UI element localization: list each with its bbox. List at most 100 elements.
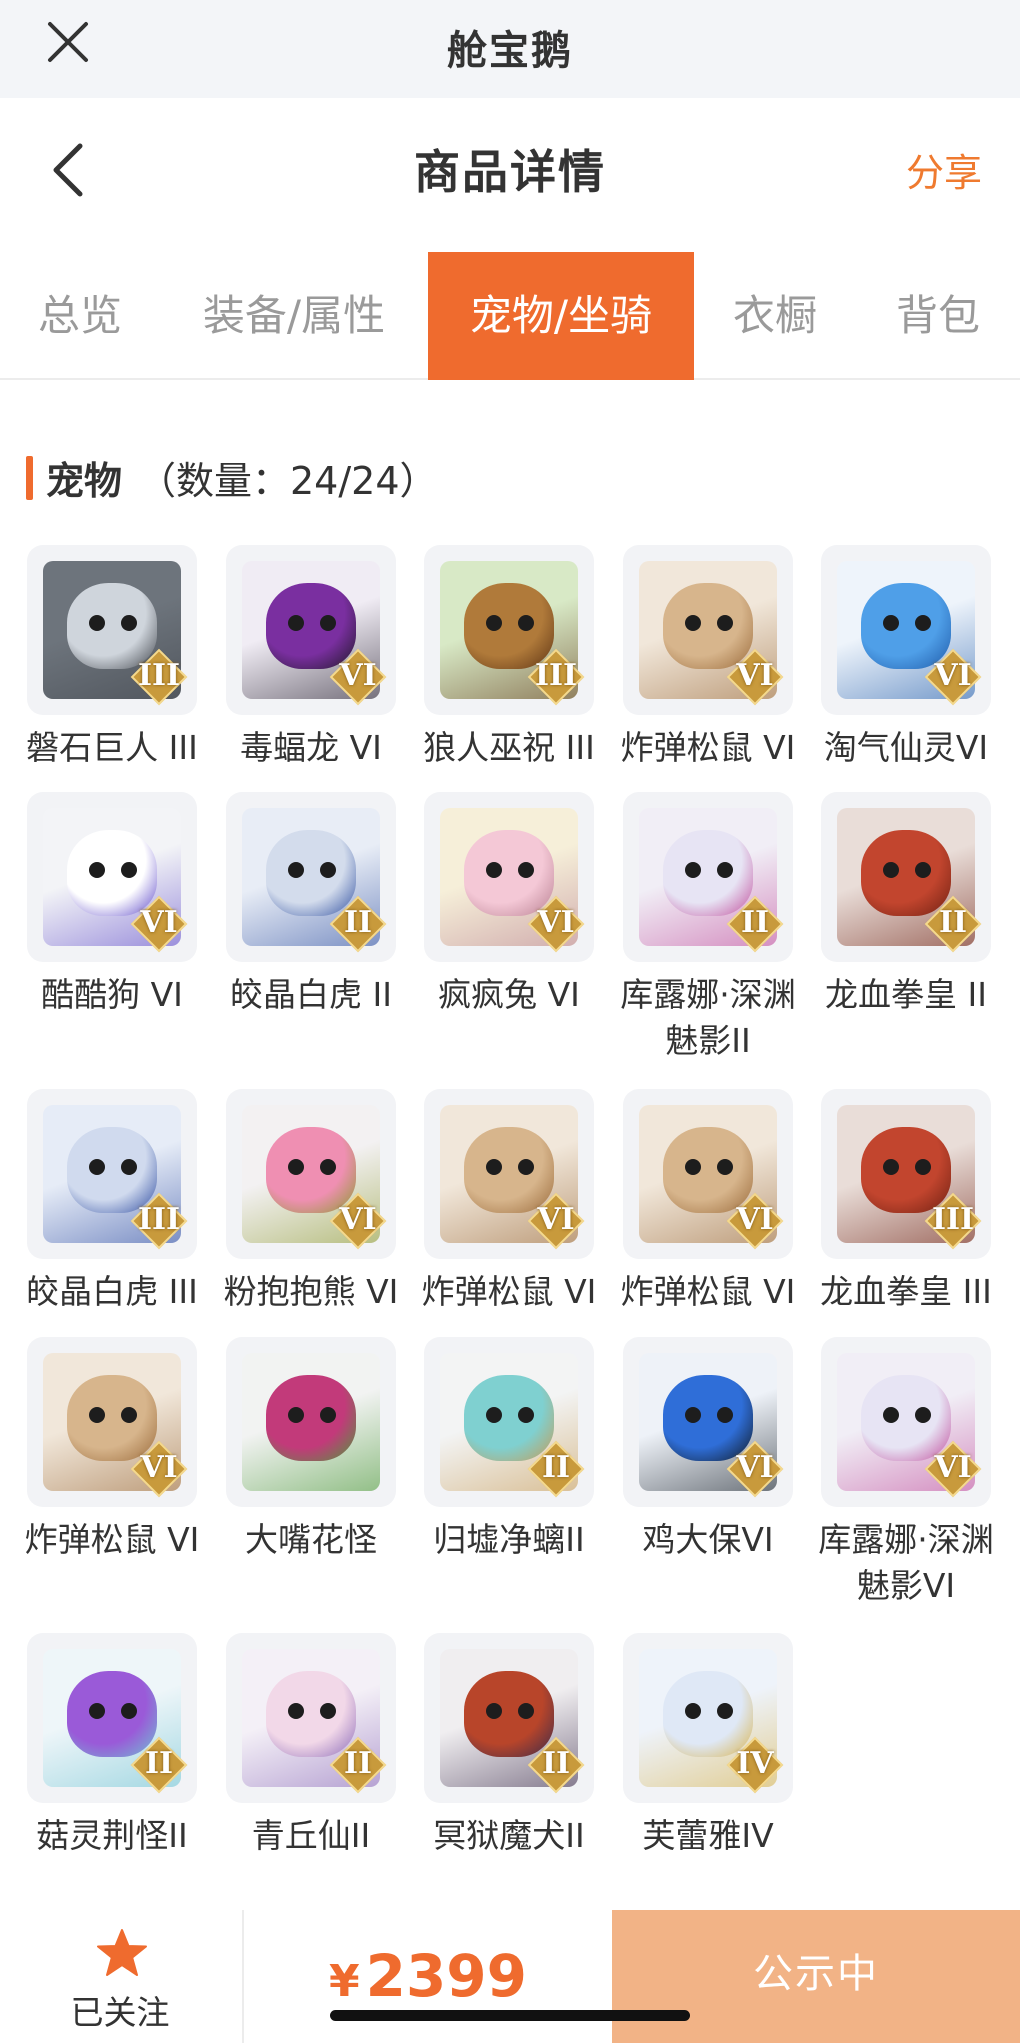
rank-badge: II bbox=[329, 1736, 387, 1794]
tab-overview[interactable]: 总览 bbox=[0, 252, 160, 380]
rank-numeral: VI bbox=[339, 658, 377, 693]
pet-name: 毒蝠龙 VI bbox=[240, 728, 382, 767]
pet-card[interactable]: VI 炸弹松鼠 VI bbox=[14, 1337, 210, 1563]
share-button[interactable]: 分享 bbox=[906, 142, 982, 197]
pet-thumbnail: VI bbox=[623, 545, 793, 715]
pet-card[interactable]: II 龙血拳皇 II bbox=[808, 792, 1004, 1018]
pet-card[interactable]: II 冥狱魔犬II bbox=[411, 1633, 607, 1859]
pet-card[interactable]: III 皎晶白虎 III bbox=[14, 1089, 210, 1315]
rank-numeral: VI bbox=[736, 658, 774, 693]
tab-pets-mounts[interactable]: 宠物/坐骑 bbox=[428, 252, 694, 380]
pet-card[interactable]: II 归墟净螭II bbox=[411, 1337, 607, 1563]
pet-thumbnail: II bbox=[623, 792, 793, 962]
pet-card[interactable]: VI 疯疯兔 VI bbox=[411, 792, 607, 1018]
rank-numeral: VI bbox=[934, 1450, 972, 1485]
rank-numeral: VI bbox=[934, 658, 972, 693]
pet-thumbnail: III bbox=[27, 545, 197, 715]
pet-name: 炸弹松鼠 VI bbox=[421, 1272, 597, 1311]
rank-numeral: III bbox=[137, 1202, 181, 1237]
rank-numeral: VI bbox=[140, 905, 178, 940]
rank-numeral: II bbox=[144, 1746, 174, 1781]
rank-numeral: VI bbox=[736, 1450, 774, 1485]
pet-thumbnail: VI bbox=[226, 545, 396, 715]
rank-badge: II bbox=[527, 1440, 585, 1498]
pet-card[interactable]: VI 炸弹松鼠 VI bbox=[411, 1089, 607, 1315]
page-title: 商品详情 bbox=[414, 145, 606, 199]
rank-numeral: VI bbox=[339, 1202, 377, 1237]
follow-button[interactable]: 已关注 bbox=[0, 1910, 240, 2043]
rank-badge: VI bbox=[726, 648, 784, 706]
pet-thumbnail: II bbox=[821, 792, 991, 962]
rank-badge: VI bbox=[329, 1192, 387, 1250]
pet-card[interactable]: II 皎晶白虎 II bbox=[213, 792, 409, 1018]
rank-badge: III bbox=[130, 648, 188, 706]
price-value: 2399 bbox=[365, 1942, 528, 2010]
pet-name: 皎晶白虎 III bbox=[26, 1272, 198, 1311]
rank-badge: VI bbox=[726, 1440, 784, 1498]
tab-backpack[interactable]: 背包 bbox=[856, 252, 1020, 380]
rank-badge: II bbox=[527, 1736, 585, 1794]
app-top-bar: 舱宝鹅 bbox=[0, 0, 1020, 98]
pet-card[interactable]: VI 鸡大保VI bbox=[610, 1337, 806, 1563]
pet-card[interactable]: VI 粉抱抱熊 VI bbox=[213, 1089, 409, 1315]
pet-thumbnail: VI bbox=[623, 1337, 793, 1507]
pet-card[interactable]: II 菇灵荆怪II bbox=[14, 1633, 210, 1859]
pet-thumbnail: VI bbox=[424, 792, 594, 962]
pet-thumbnail: II bbox=[424, 1337, 594, 1507]
pet-card[interactable]: VI 毒蝠龙 VI bbox=[213, 545, 409, 771]
pet-name: 酷酷狗 VI bbox=[41, 975, 183, 1014]
pet-card[interactable]: IV 芙蕾雅IV bbox=[610, 1633, 806, 1859]
pet-card[interactable]: 大嘴花怪 bbox=[213, 1337, 409, 1563]
price-display: ¥2399 bbox=[244, 1910, 612, 2043]
rank-numeral: II bbox=[343, 1746, 373, 1781]
pet-thumbnail: III bbox=[424, 545, 594, 715]
pet-card[interactable]: VI 库露娜·深渊魅影VI bbox=[808, 1337, 1004, 1609]
pet-card[interactable]: III 狼人巫祝 III bbox=[411, 545, 607, 771]
pet-name: 鸡大保VI bbox=[642, 1520, 774, 1559]
rank-badge: III bbox=[130, 1192, 188, 1250]
pet-card[interactable]: III 磐石巨人 III bbox=[14, 545, 210, 771]
pet-thumbnail: II bbox=[226, 792, 396, 962]
pet-name: 炸弹松鼠 VI bbox=[620, 728, 796, 767]
rank-badge: VI bbox=[924, 1440, 982, 1498]
pet-card[interactable]: VI 炸弹松鼠 VI bbox=[610, 1089, 806, 1315]
nav-bar: 商品详情 分享 bbox=[0, 98, 1020, 248]
rank-numeral: III bbox=[931, 1202, 975, 1237]
pet-thumbnail: VI bbox=[424, 1089, 594, 1259]
pet-name: 疯疯兔 VI bbox=[438, 975, 580, 1014]
pet-name: 龙血拳皇 III bbox=[820, 1272, 992, 1311]
pet-name: 粉抱抱熊 VI bbox=[223, 1272, 399, 1311]
star-icon bbox=[97, 1929, 147, 1976]
currency-symbol: ¥ bbox=[328, 1956, 360, 2007]
section-label: 宠物 bbox=[46, 459, 123, 503]
rank-badge: VI bbox=[130, 1440, 188, 1498]
pet-name: 青丘仙II bbox=[251, 1816, 371, 1855]
section-count: （数量：24/24） bbox=[138, 459, 438, 503]
pet-card[interactable]: III 龙血拳皇 III bbox=[808, 1089, 1004, 1315]
rank-badge: VI bbox=[924, 648, 982, 706]
pet-name: 库露娜·深渊魅影VI bbox=[818, 1520, 994, 1605]
rank-badge: II bbox=[130, 1736, 188, 1794]
pet-thumbnail: VI bbox=[27, 1337, 197, 1507]
tab-equipment[interactable]: 装备/属性 bbox=[160, 252, 428, 380]
rank-badge: III bbox=[924, 1192, 982, 1250]
pet-card[interactable]: II 库露娜·深渊魅影II bbox=[610, 792, 806, 1064]
pet-card[interactable]: VI 淘气仙灵VI bbox=[808, 545, 1004, 771]
pet-card[interactable]: VI 酷酷狗 VI bbox=[14, 792, 210, 1018]
home-indicator bbox=[330, 2010, 690, 2021]
rank-numeral: III bbox=[534, 658, 578, 693]
rank-numeral: VI bbox=[537, 1202, 575, 1237]
pet-thumbnail: IV bbox=[623, 1633, 793, 1803]
pet-thumbnail: III bbox=[821, 1089, 991, 1259]
pet-thumbnail: II bbox=[424, 1633, 594, 1803]
rank-badge: II bbox=[924, 895, 982, 953]
tab-wardrobe[interactable]: 衣橱 bbox=[694, 252, 856, 380]
rank-badge: VI bbox=[726, 1192, 784, 1250]
pet-thumbnail: VI bbox=[226, 1089, 396, 1259]
rank-badge: VI bbox=[130, 895, 188, 953]
pet-card[interactable]: VI 炸弹松鼠 VI bbox=[610, 545, 806, 771]
status-button[interactable]: 公示中 bbox=[612, 1910, 1020, 2043]
pet-card[interactable]: II 青丘仙II bbox=[213, 1633, 409, 1859]
rank-numeral: VI bbox=[736, 1202, 774, 1237]
rank-numeral: II bbox=[343, 905, 373, 940]
